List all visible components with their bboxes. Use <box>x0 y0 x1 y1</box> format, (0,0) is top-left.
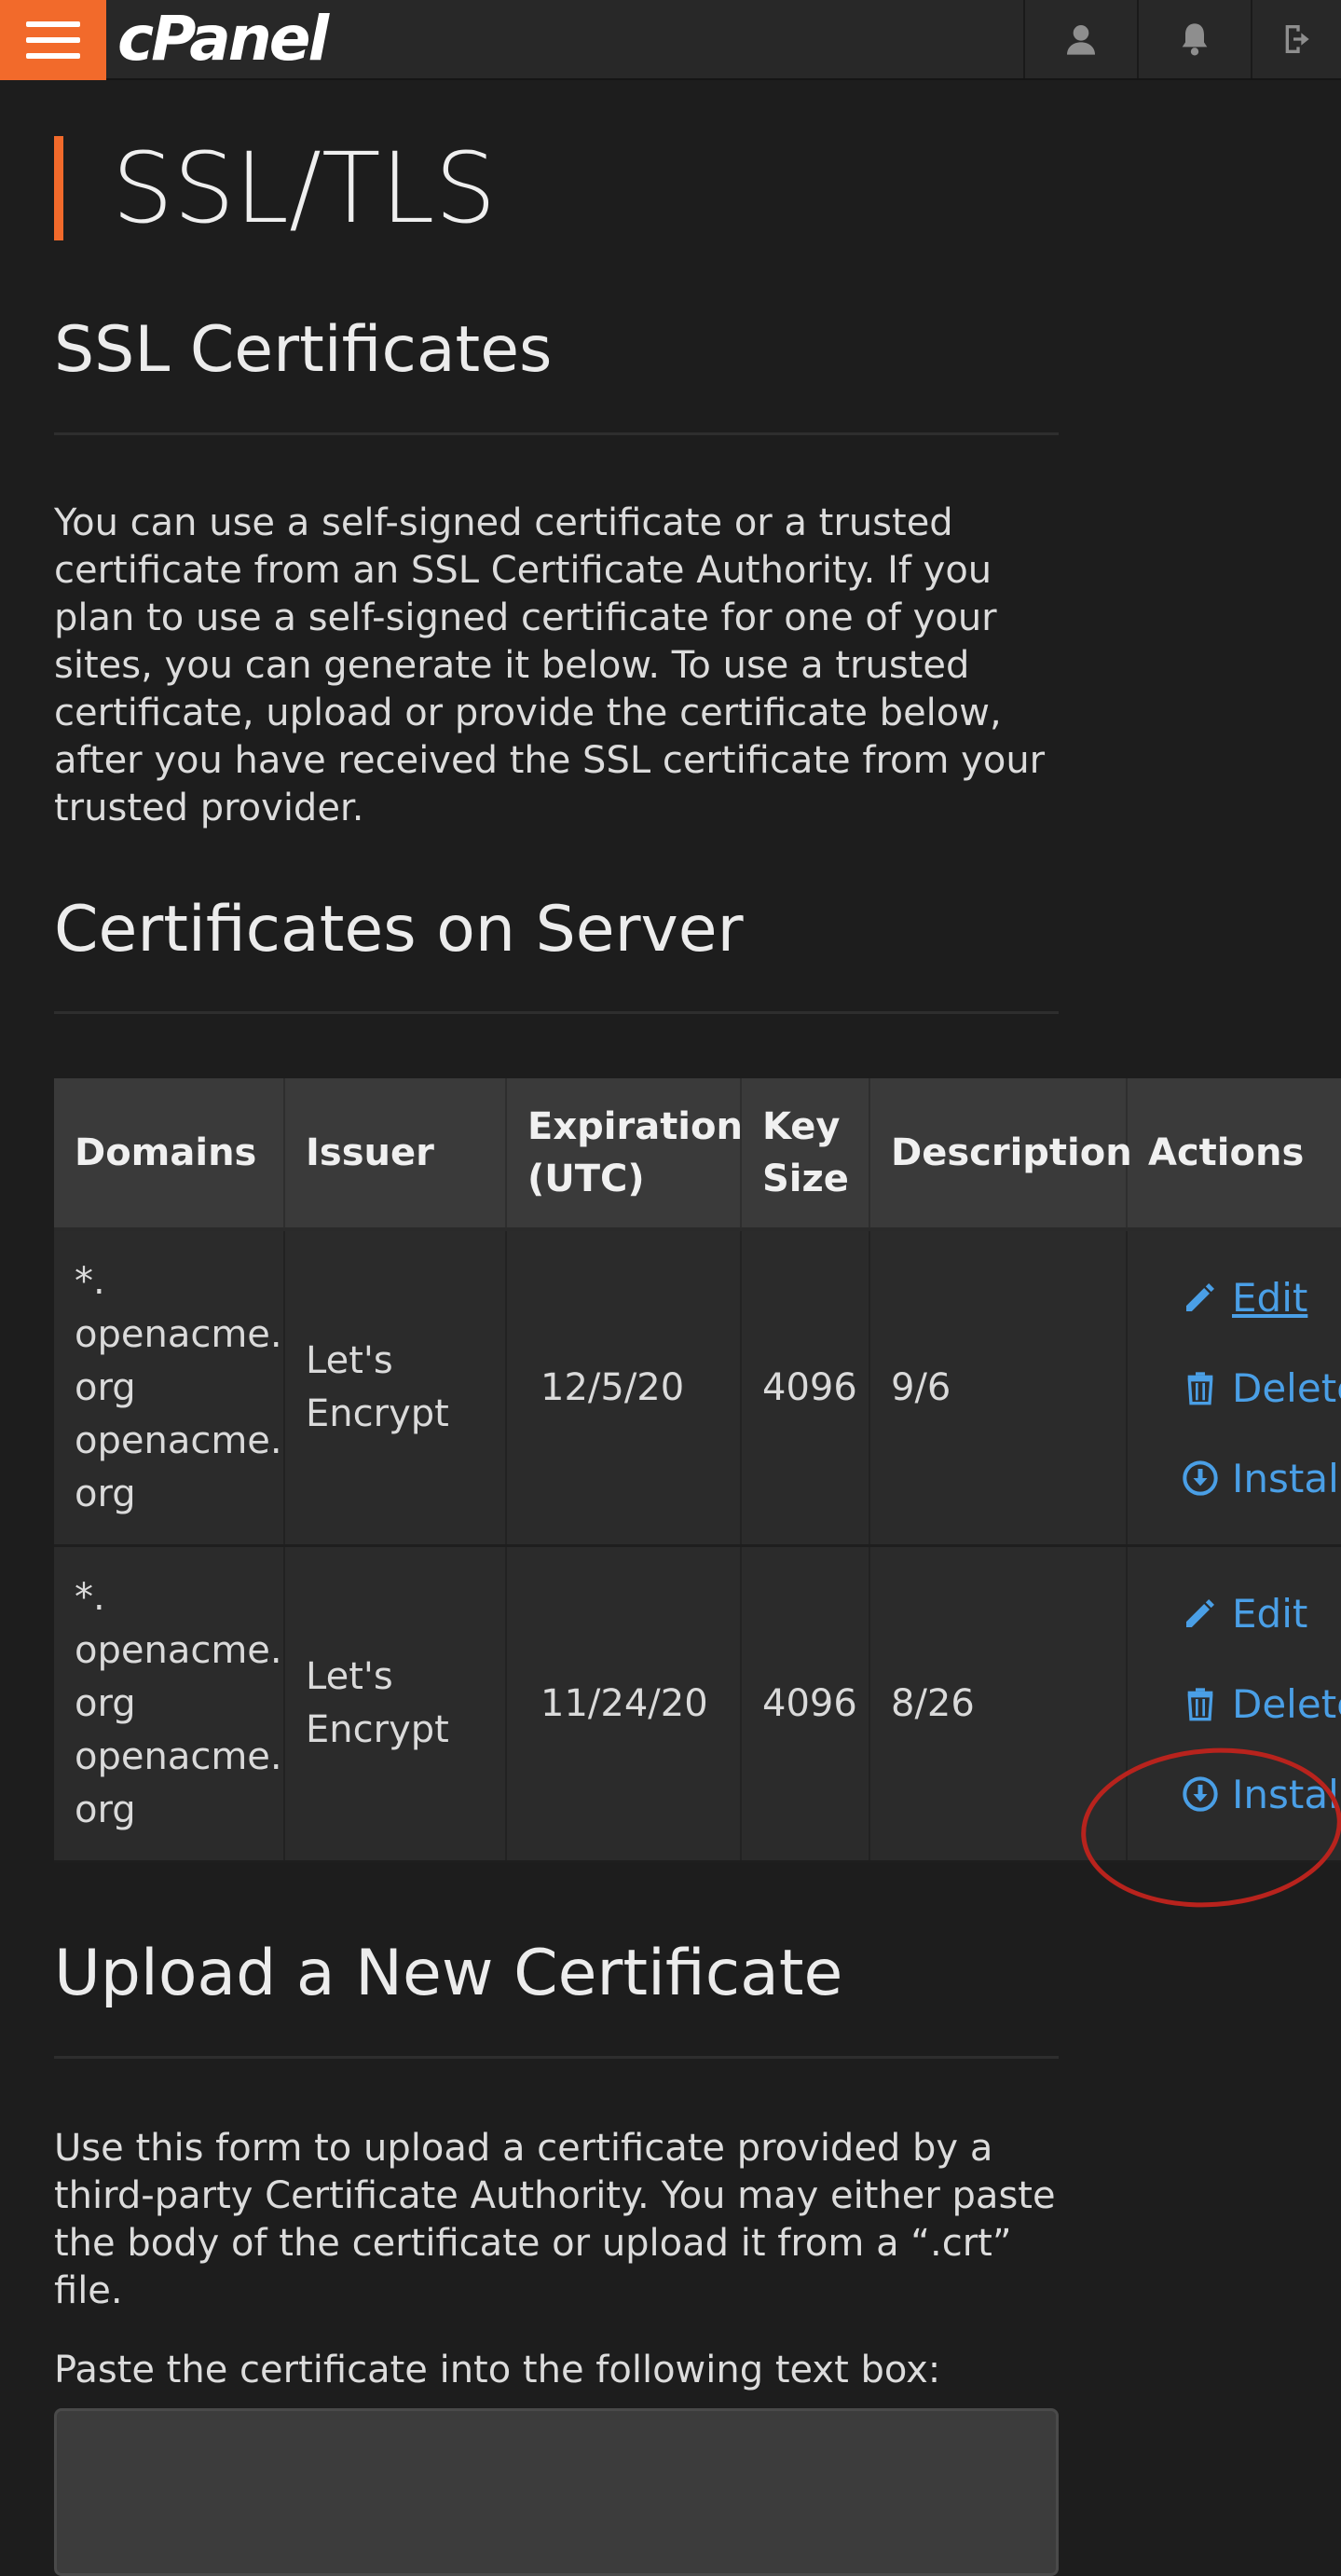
install-label: Install <box>1232 1455 1341 1501</box>
cell-issuer: Let's Encrypt <box>285 1547 507 1860</box>
column-header-expiration[interactable]: Expiration (UTC) <box>507 1078 743 1227</box>
user-icon <box>1067 25 1095 55</box>
column-header-key-size[interactable]: Key Size <box>742 1078 870 1227</box>
cell-expiration: 12/5/20 <box>507 1231 742 1544</box>
pencil-icon <box>1186 1283 1214 1311</box>
user-menu-button[interactable] <box>1023 0 1137 78</box>
edit-button[interactable]: Edit <box>1182 1253 1307 1343</box>
delete-label: Delete <box>1232 1680 1341 1727</box>
ssl-certificates-heading: SSL Certificates <box>54 313 553 387</box>
hamburger-menu-button[interactable] <box>0 0 106 80</box>
trash-icon <box>1187 1372 1213 1405</box>
title-accent-bar <box>54 136 63 240</box>
paste-certificate-label: Paste the certificate into the following… <box>54 2349 941 2391</box>
certificates-on-server-heading: Certificates on Server <box>54 893 744 966</box>
cell-key-size: 4096 <box>742 1547 870 1860</box>
install-button[interactable]: Install <box>1182 1433 1341 1524</box>
cell-issuer: Let's Encrypt <box>285 1231 507 1544</box>
bell-icon <box>1182 23 1208 56</box>
notifications-button[interactable] <box>1137 0 1251 78</box>
hamburger-icon <box>26 21 80 59</box>
page-title: SSL/TLS <box>112 131 497 245</box>
delete-button[interactable]: Delete <box>1182 1343 1341 1433</box>
column-header-domains[interactable]: Domains <box>54 1078 285 1227</box>
cell-expiration: 11/24/20 <box>507 1547 742 1860</box>
section-divider <box>54 2056 1059 2059</box>
certificate-textarea[interactable] <box>54 2408 1059 2576</box>
certificates-table: Domains Issuer Expiration (UTC) Key Size… <box>54 1078 1341 1863</box>
table-row: *. openacme. org openacme. org Let's Enc… <box>54 1231 1341 1547</box>
edit-button[interactable]: Edit <box>1182 1569 1307 1659</box>
column-header-actions: Actions <box>1148 1131 1305 1174</box>
delete-label: Delete <box>1232 1364 1341 1411</box>
trash-icon <box>1187 1688 1213 1721</box>
cell-domains: *. openacme. org openacme. org <box>54 1547 285 1860</box>
delete-button[interactable]: Delete <box>1182 1659 1341 1749</box>
download-circle-icon <box>1183 1460 1218 1496</box>
table-header: Domains Issuer Expiration (UTC) Key Size… <box>54 1078 1341 1231</box>
logout-icon <box>1285 25 1309 53</box>
section-divider <box>54 1011 1059 1014</box>
cpanel-logo[interactable]: cPanel <box>117 2 329 76</box>
edit-label: Edit <box>1232 1590 1308 1637</box>
column-header-issuer[interactable]: Issuer <box>285 1078 507 1227</box>
column-header-description[interactable]: Description <box>870 1078 1132 1227</box>
upload-certificate-heading: Upload a New Certificate <box>54 1937 843 2010</box>
pencil-icon <box>1186 1599 1214 1627</box>
cell-actions: Edit Delete Install <box>1128 1231 1341 1544</box>
section-divider <box>54 432 1059 435</box>
upload-certificate-description: Use this form to upload a certificate pr… <box>54 2127 1056 2312</box>
cell-domains: *. openacme. org openacme. org <box>54 1231 285 1544</box>
edit-label: Edit <box>1232 1274 1308 1321</box>
top-navbar: cPanel <box>0 0 1341 80</box>
logout-button[interactable] <box>1251 0 1341 78</box>
cell-description: 9/6 <box>870 1231 1128 1544</box>
cell-key-size: 4096 <box>742 1231 870 1544</box>
ssl-certificates-description: You can use a self-signed certificate or… <box>54 501 1046 829</box>
